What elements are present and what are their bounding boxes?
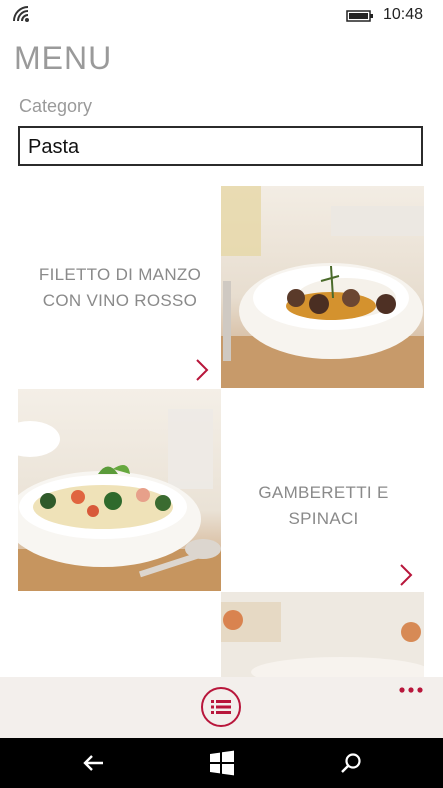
wifi-icon xyxy=(13,6,29,22)
clock: 10:48 xyxy=(382,6,423,23)
menu-item-label: FILETTO DI MANZO CON VINO ROSSO xyxy=(22,262,218,314)
battery-icon xyxy=(346,10,373,22)
dish-photo xyxy=(221,592,424,677)
more-icon[interactable] xyxy=(398,685,424,695)
menu-item-label: GAMBERETTI E SPINACI xyxy=(258,483,389,528)
list-icon xyxy=(211,700,231,714)
windows-icon xyxy=(210,750,234,776)
chevron-right-icon xyxy=(196,359,209,381)
start-button[interactable] xyxy=(199,738,245,788)
category-field[interactable]: Pasta xyxy=(18,126,423,166)
page-title: MENU xyxy=(14,40,113,76)
menu-item-label-line1: FILETTO DI MANZO xyxy=(38,265,202,284)
dish-photo xyxy=(18,389,221,591)
back-button[interactable] xyxy=(72,738,116,788)
search-icon xyxy=(341,753,361,773)
list-button[interactable] xyxy=(201,687,241,727)
back-icon xyxy=(83,755,103,771)
category-label: Category xyxy=(19,96,93,116)
chevron-right-icon xyxy=(400,564,413,586)
status-bar: 10:48 xyxy=(0,0,443,32)
menu-item-label-line2: CON VINO ROSSO xyxy=(42,291,198,310)
dish-photo xyxy=(221,186,424,388)
search-button[interactable] xyxy=(328,738,374,788)
